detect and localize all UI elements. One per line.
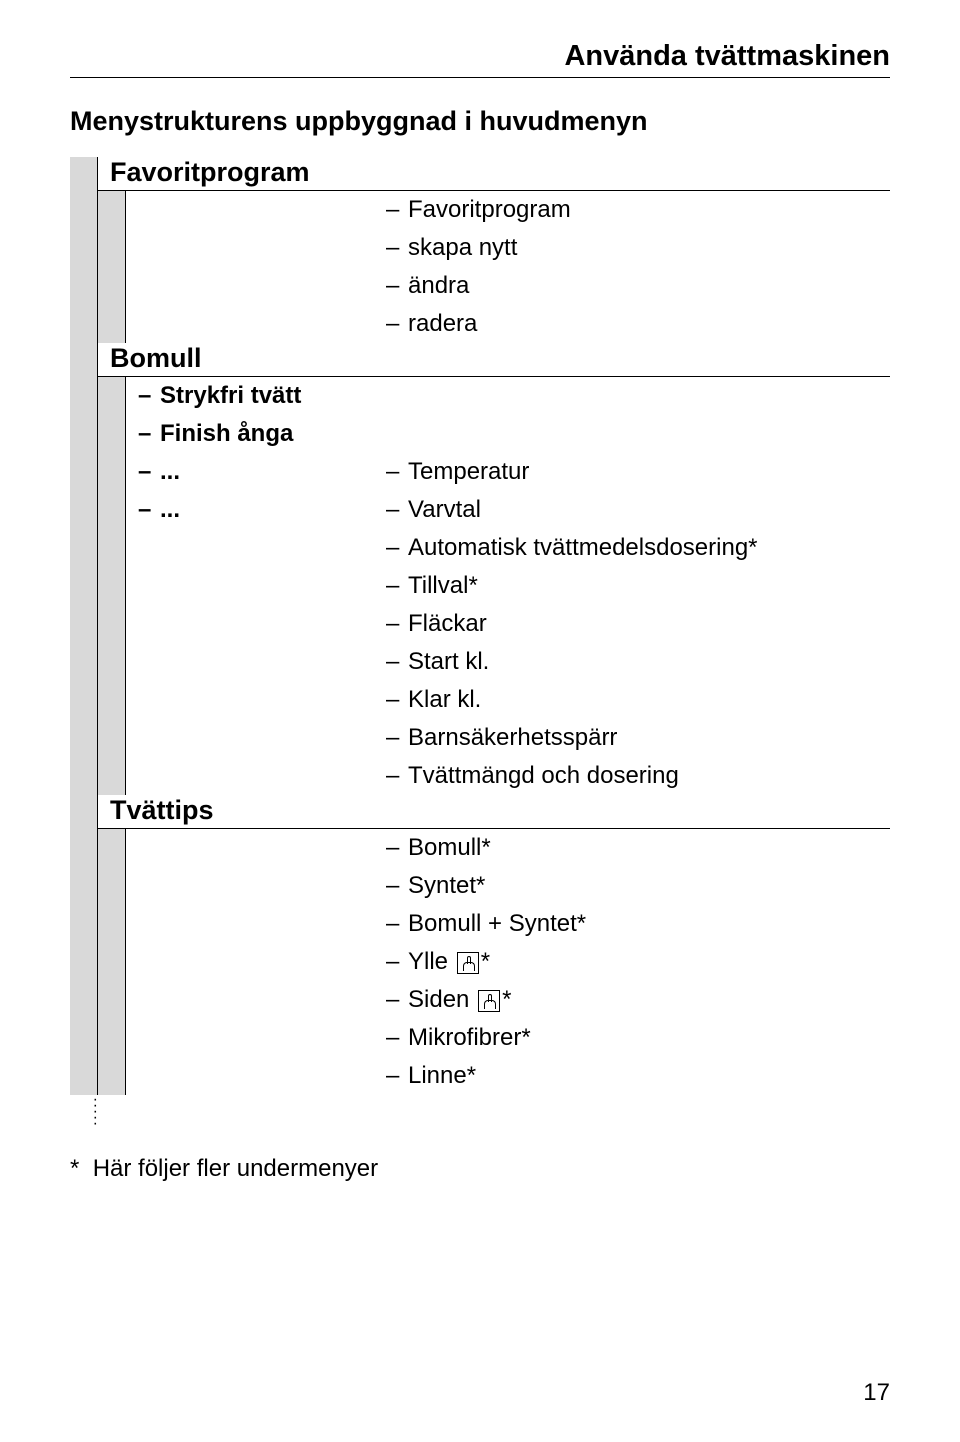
handwash-icon	[457, 952, 479, 974]
favoritprogram-items: –Favoritprogram –skapa nytt –ändra –rade…	[386, 191, 890, 343]
menu-bomull: Bomull	[98, 343, 890, 377]
list-item: –Favoritprogram	[386, 191, 890, 229]
section-heading: Menystrukturens uppbyggnad i huvudmenyn	[70, 106, 890, 137]
page-number: 17	[863, 1379, 890, 1407]
list-item: –Temperatur	[386, 453, 890, 491]
list-item: –Tillval*	[386, 567, 890, 605]
favoritprogram-block: –Favoritprogram –skapa nytt –ändra –rade…	[98, 191, 890, 343]
menu-tvattips: Tvättips	[98, 795, 890, 829]
list-item: –Barnsäkerhetsspärr	[386, 719, 890, 757]
tree-content: Favoritprogram –Favoritprogram –skapa ny…	[98, 157, 890, 1095]
list-item: –Start kl.	[386, 643, 890, 681]
document-page: Använda tvättmaskinen Menystrukturens up…	[0, 0, 960, 1442]
list-item: –Varvtal	[386, 491, 890, 529]
list-item: –Bomull + Syntet*	[386, 905, 890, 943]
list-item: –skapa nytt	[386, 229, 890, 267]
list-item: –Syntet*	[386, 867, 890, 905]
list-item: –Ylle *	[386, 943, 890, 981]
list-item: –Bomull*	[386, 829, 890, 867]
tvattips-items: –Bomull* –Syntet* –Bomull + Syntet* –Yll…	[386, 829, 890, 1095]
page-title: Använda tvättmaskinen	[70, 40, 890, 78]
handwash-icon	[478, 990, 500, 1012]
menu-tree: Favoritprogram –Favoritprogram –skapa ny…	[70, 157, 890, 1095]
tree-continuation: ·····	[70, 1095, 890, 1127]
outer-rail	[70, 157, 98, 1095]
list-item: –Tvättmängd och dosering	[386, 757, 890, 795]
list-item: –ändra	[386, 267, 890, 305]
inner-rail	[98, 829, 126, 1095]
list-item: –Fläckar	[386, 605, 890, 643]
list-item: –Siden *	[386, 981, 890, 1019]
dotted-rail: ·····	[70, 1095, 98, 1127]
inner-rail	[98, 191, 126, 343]
list-item: –Strykfri tvätt	[138, 377, 386, 415]
bomull-block: –Strykfri tvätt –Finish ånga –... –... –…	[98, 377, 890, 795]
list-item: –Automatisk tvättmedelsdosering*	[386, 529, 890, 567]
list-item: –Klar kl.	[386, 681, 890, 719]
bomull-right-list: –x –x –Temperatur –Varvtal –Automatisk t…	[386, 377, 890, 795]
inner-rail	[98, 377, 126, 795]
list-item: –...	[138, 491, 386, 529]
list-item: –Linne*	[386, 1057, 890, 1095]
list-item: –Mikrofibrer*	[386, 1019, 890, 1057]
bomull-left-list: –Strykfri tvätt –Finish ånga –... –...	[126, 377, 386, 795]
tvattips-block: –Bomull* –Syntet* –Bomull + Syntet* –Yll…	[98, 829, 890, 1095]
list-item: –Finish ånga	[138, 415, 386, 453]
list-item: –...	[138, 453, 386, 491]
list-item: –radera	[386, 305, 890, 343]
menu-favoritprogram: Favoritprogram	[98, 157, 890, 191]
footnote: * Här följer fler undermenyer	[70, 1155, 890, 1183]
